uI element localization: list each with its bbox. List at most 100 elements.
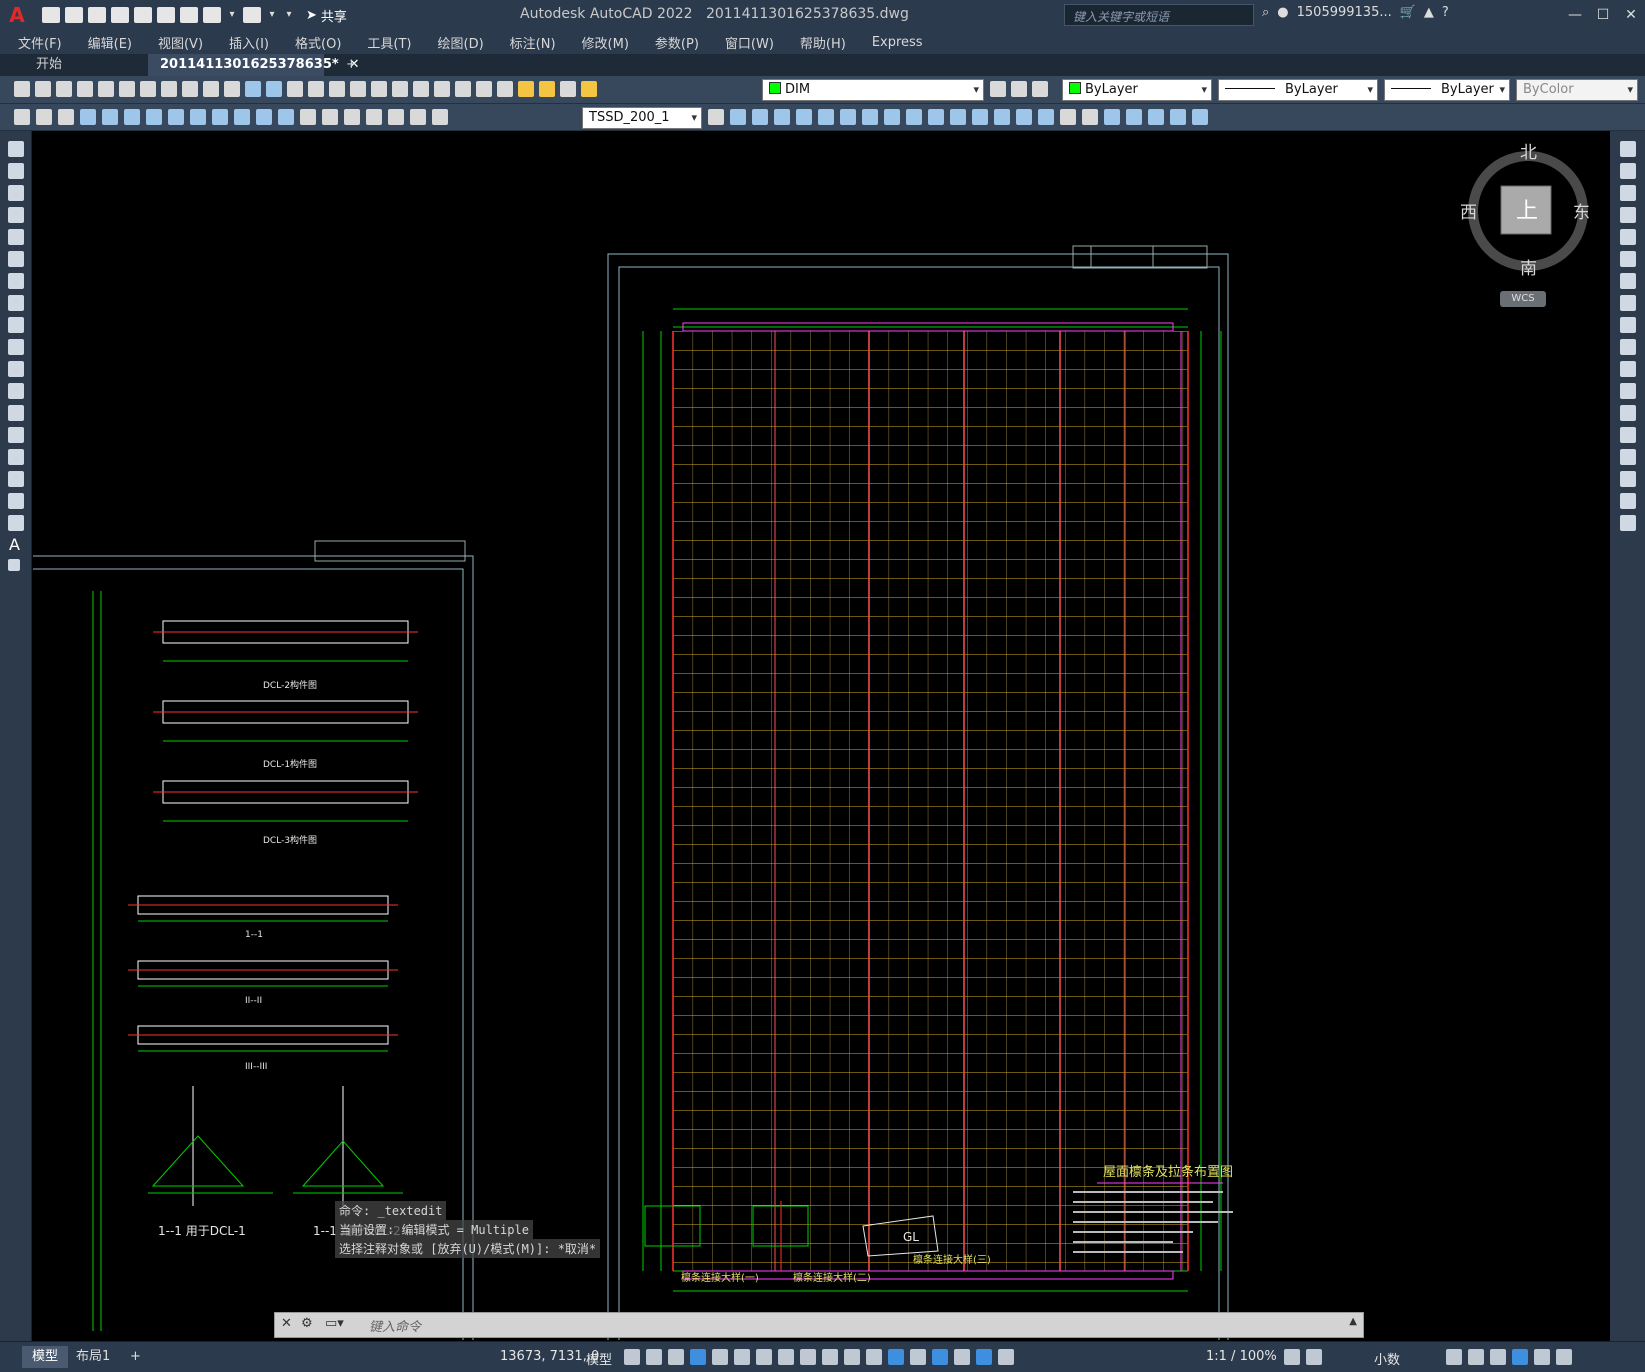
dwf-icon[interactable] xyxy=(140,81,156,97)
explode-icon[interactable] xyxy=(1620,515,1636,531)
blend-curves-icon[interactable] xyxy=(1620,493,1636,509)
erase-icon[interactable] xyxy=(1060,109,1076,125)
center-mark-icon[interactable] xyxy=(322,109,338,125)
annotation-scale[interactable]: 1:1 / 100% xyxy=(1206,1349,1277,1364)
dim-style-icon[interactable] xyxy=(708,109,724,125)
dim-text-edit-icon[interactable] xyxy=(410,109,426,125)
sun-icon[interactable] xyxy=(539,81,555,97)
layer-combo[interactable]: DIM xyxy=(762,79,984,101)
save-as-icon[interactable] xyxy=(111,7,129,23)
compass-north[interactable]: 北 xyxy=(1520,143,1537,163)
app-menu-button[interactable]: A xyxy=(0,0,34,30)
menu-format[interactable]: 格式(O) xyxy=(295,33,341,52)
infer-icon[interactable] xyxy=(668,1349,684,1365)
clean-screen-icon[interactable] xyxy=(1534,1349,1550,1365)
gradient-icon[interactable] xyxy=(8,471,24,487)
snap-icon[interactable] xyxy=(646,1349,662,1365)
plotstyle-combo[interactable]: ByColor xyxy=(1516,79,1638,101)
save-icon[interactable] xyxy=(88,7,106,23)
plot-icon[interactable] xyxy=(77,81,93,97)
stretch-icon[interactable] xyxy=(1620,317,1636,333)
menu-dimension[interactable]: 标注(N) xyxy=(510,33,556,52)
scale-icon[interactable] xyxy=(862,109,878,125)
make-current-icon[interactable] xyxy=(990,81,1006,97)
dim-jogged-icon[interactable] xyxy=(124,109,140,125)
break-icon[interactable] xyxy=(950,109,966,125)
rectangle-icon[interactable] xyxy=(8,229,24,245)
units-selector[interactable]: 小数 xyxy=(1374,1349,1400,1368)
open-icon[interactable] xyxy=(65,7,83,23)
otrack-icon[interactable] xyxy=(778,1349,794,1365)
array-icon[interactable] xyxy=(1620,229,1636,245)
join-icon[interactable] xyxy=(1620,427,1636,443)
close-command-icon[interactable]: ✕ xyxy=(281,1316,292,1331)
customize-command-icon[interactable]: ⚙ xyxy=(301,1316,313,1331)
chamfer-icon[interactable] xyxy=(994,109,1010,125)
polar-icon[interactable] xyxy=(734,1349,750,1365)
scale-icon[interactable] xyxy=(1620,295,1636,311)
print-icon[interactable] xyxy=(180,7,198,23)
chevron-down-icon[interactable]: ▾ xyxy=(226,7,238,23)
isolate-objects-icon[interactable] xyxy=(1490,1349,1506,1365)
fillet-icon[interactable] xyxy=(1016,109,1032,125)
cut-icon[interactable] xyxy=(161,81,177,97)
tolerance-icon[interactable] xyxy=(300,109,316,125)
share-button[interactable]: ➤ 共享 xyxy=(306,6,347,25)
coordinates-readout[interactable]: 13673, 7131, 0 xyxy=(500,1349,599,1364)
minimize-icon[interactable]: — xyxy=(1561,0,1589,30)
extend-icon[interactable] xyxy=(1620,361,1636,377)
preview-icon[interactable] xyxy=(98,81,114,97)
selection-filter-icon[interactable] xyxy=(932,1349,948,1365)
extend-icon[interactable] xyxy=(928,109,944,125)
spline-icon[interactable] xyxy=(8,317,24,333)
dim-arc-icon[interactable] xyxy=(58,109,74,125)
multiline-text-icon[interactable]: A xyxy=(9,535,20,554)
dim-update-icon[interactable] xyxy=(432,109,448,125)
sheet-set-icon[interactable] xyxy=(434,81,450,97)
point-icon[interactable] xyxy=(1148,109,1164,125)
workspace-gear-icon[interactable] xyxy=(1284,1349,1300,1365)
break-at-point-icon[interactable] xyxy=(1620,383,1636,399)
search-icon[interactable]: ⌕ xyxy=(1262,5,1269,20)
freeze-vp-icon[interactable] xyxy=(560,81,576,97)
transparency-icon[interactable] xyxy=(844,1349,860,1365)
graphics-performance-icon[interactable] xyxy=(1512,1349,1528,1365)
lineweight-icon[interactable] xyxy=(822,1349,838,1365)
polyline-icon[interactable] xyxy=(8,185,24,201)
model-space-button[interactable]: 模型 xyxy=(586,1349,612,1368)
zoom-previous-icon[interactable] xyxy=(350,81,366,97)
rotate-icon[interactable] xyxy=(1620,273,1636,289)
add-layout-button[interactable]: + xyxy=(120,1346,151,1368)
open-icon[interactable] xyxy=(35,81,51,97)
construction-line-icon[interactable] xyxy=(8,163,24,179)
tab-drawing[interactable]: 2011411301625378635* ✕ xyxy=(148,54,360,76)
publish-icon[interactable] xyxy=(134,7,152,23)
menu-help[interactable]: 帮助(H) xyxy=(800,33,846,52)
pan-icon[interactable] xyxy=(287,81,303,97)
revcloud-icon[interactable] xyxy=(8,295,24,311)
insert-block-icon[interactable] xyxy=(1104,109,1120,125)
zoom-realtime-icon[interactable] xyxy=(308,81,324,97)
chevron-down-icon[interactable]: ▾ xyxy=(266,7,278,23)
command-history-icon[interactable]: ▭▾ xyxy=(325,1316,344,1331)
color-combo[interactable]: ByLayer xyxy=(1062,79,1212,101)
linetype-combo[interactable]: ByLayer xyxy=(1218,79,1378,101)
compass-south[interactable]: 南 xyxy=(1520,259,1537,279)
move-icon[interactable] xyxy=(818,109,834,125)
compass-east[interactable]: 东 xyxy=(1573,203,1590,223)
qat-customize-icon[interactable]: ▾ xyxy=(283,7,295,23)
lightbulb-icon[interactable] xyxy=(518,81,534,97)
dim-edit-icon[interactable] xyxy=(388,109,404,125)
export-icon[interactable] xyxy=(157,7,175,23)
layer-prop-icon[interactable] xyxy=(497,81,513,97)
drawing-canvas[interactable]: 屋面檩条及拉条布置图 檩条连接大样(一) 檩条连接大样(二) 檩条连接大样(三)… xyxy=(33,131,1609,1340)
quick-dim-icon[interactable] xyxy=(190,109,206,125)
user-name[interactable]: 1505999135... xyxy=(1297,5,1392,20)
grid-icon[interactable] xyxy=(624,1349,640,1365)
menu-tools[interactable]: 工具(T) xyxy=(367,33,411,52)
join-icon[interactable] xyxy=(972,109,988,125)
mirror-icon[interactable] xyxy=(1620,185,1636,201)
dynamic-ucs-icon[interactable] xyxy=(910,1349,926,1365)
dim-ordinate-icon[interactable] xyxy=(80,109,96,125)
menu-insert[interactable]: 插入(I) xyxy=(229,33,269,52)
